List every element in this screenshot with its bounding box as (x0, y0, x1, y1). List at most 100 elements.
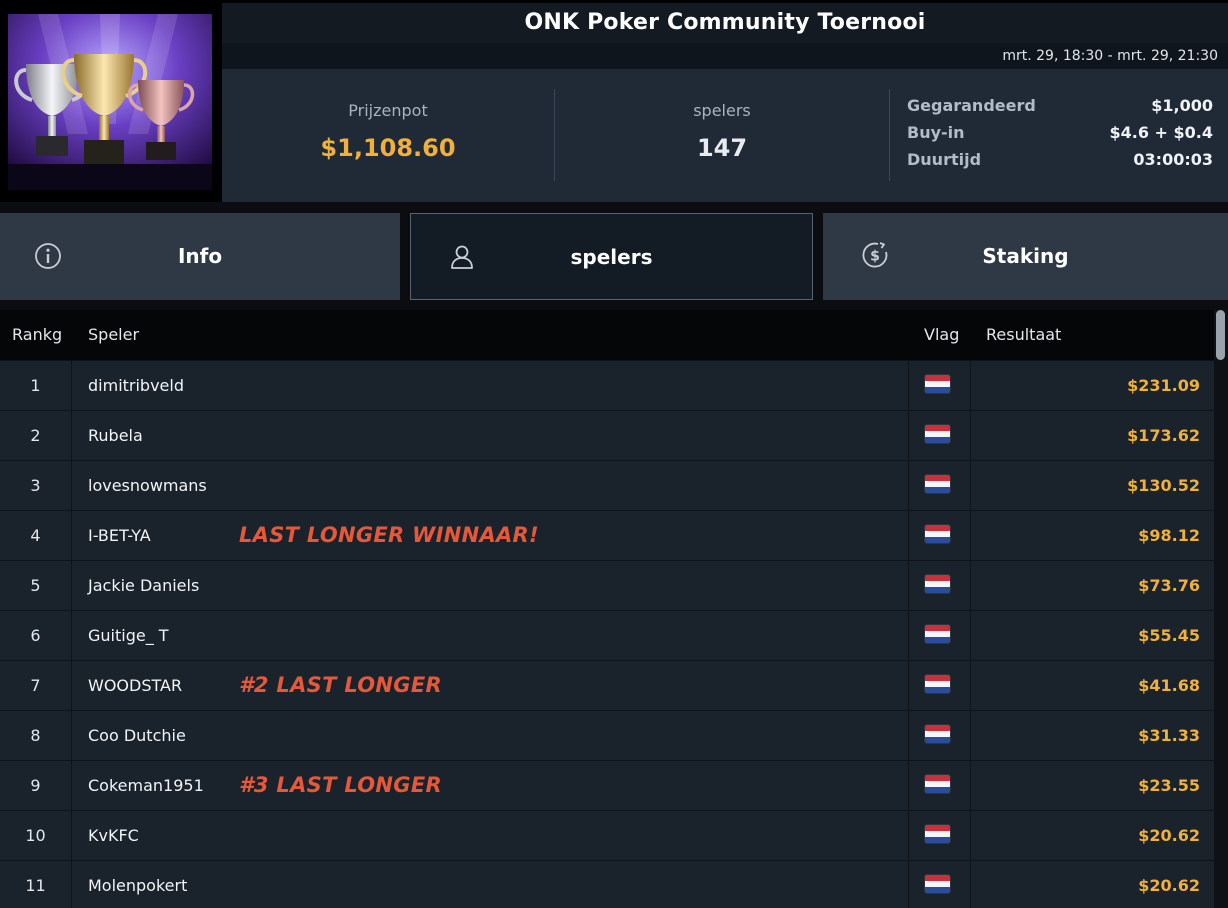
column-header-flag[interactable]: Vlag (924, 310, 959, 360)
column-header-rank[interactable]: Rankg (12, 310, 62, 360)
tab-staking[interactable]: $ Staking (823, 213, 1228, 300)
player-flag-cell (908, 411, 971, 460)
players-count-value: 147 (696, 134, 748, 162)
tournament-details: Gegarandeerd $1,000 Buy-in $4.6 + $0.4 D… (907, 96, 1213, 177)
netherlands-flag-icon (925, 775, 950, 793)
player-name[interactable]: Cokeman1951 (88, 761, 204, 810)
netherlands-flag-icon (925, 575, 950, 593)
detail-value: $4.6 + $0.4 (1109, 123, 1214, 142)
netherlands-flag-icon (925, 425, 950, 443)
table-row[interactable]: 2 Rubela $173.62 (0, 410, 1214, 460)
prize-pool-label: Prijzenpot (348, 101, 428, 120)
player-result: $73.76 (1138, 576, 1200, 595)
netherlands-flag-icon (925, 825, 950, 843)
player-rank: 6 (0, 611, 72, 660)
player-name[interactable]: Jackie Daniels (88, 561, 199, 610)
table-row[interactable]: 8 Coo Dutchie $31.33 (0, 710, 1214, 760)
player-rank: 2 (0, 411, 72, 460)
tab-players-label: spelers (570, 245, 653, 269)
player-result: $98.12 (1138, 526, 1200, 545)
last-longer-annotation: LAST LONGER WINNAAR! (239, 523, 539, 547)
tournament-stats: Prijzenpot $1,108.60 spelers 147 Gegaran… (222, 69, 1228, 202)
player-result: $55.45 (1138, 626, 1200, 645)
player-result: $41.68 (1138, 676, 1200, 695)
table-row[interactable]: 9 Cokeman1951 #3 LAST LONGER $23.55 (0, 760, 1214, 810)
detail-duration: Duurtijd 03:00:03 (907, 150, 1213, 177)
player-name[interactable]: Guitige_ T (88, 611, 169, 660)
player-rank: 7 (0, 661, 72, 710)
players-count-label: spelers (693, 101, 751, 120)
table-row[interactable]: 10 KvKFC $20.62 (0, 810, 1214, 860)
player-result: $130.52 (1127, 476, 1200, 495)
tournament-date-range: mrt. 29, 18:30 - mrt. 29, 21:30 (222, 43, 1228, 69)
player-result: $31.33 (1138, 726, 1200, 745)
table-scrollbar[interactable] (1214, 310, 1228, 908)
trophy-image (0, 0, 222, 202)
player-flag-cell (908, 861, 971, 908)
player-result: $231.09 (1127, 376, 1200, 395)
player-name[interactable]: Molenpokert (88, 861, 187, 908)
detail-key: Buy-in (907, 123, 965, 142)
table-header: Rankg Speler Vlag Resultaat (0, 310, 1214, 360)
table-row[interactable]: 3 lovesnowmans $130.52 (0, 460, 1214, 510)
netherlands-flag-icon (925, 475, 950, 493)
table-row[interactable]: 6 Guitige_ T $55.45 (0, 610, 1214, 660)
table-row[interactable]: 7 WOODSTAR #2 LAST LONGER $41.68 (0, 660, 1214, 710)
player-rank: 10 (0, 811, 72, 860)
player-flag-cell (908, 461, 971, 510)
player-name[interactable]: WOODSTAR (88, 661, 182, 710)
tab-info-label: Info (177, 244, 223, 268)
player-flag-cell (908, 661, 971, 710)
player-flag-cell (908, 711, 971, 760)
detail-value: 03:00:03 (1133, 150, 1213, 169)
player-result: $23.55 (1138, 776, 1200, 795)
tab-info[interactable]: Info (0, 213, 400, 300)
player-flag-cell (908, 611, 971, 660)
player-rank: 5 (0, 561, 72, 610)
player-flag-cell (908, 561, 971, 610)
player-name[interactable]: Coo Dutchie (88, 711, 186, 760)
detail-guaranteed: Gegarandeerd $1,000 (907, 96, 1213, 123)
netherlands-flag-icon (925, 375, 950, 393)
column-header-result[interactable]: Resultaat (986, 310, 1061, 360)
player-rank: 8 (0, 711, 72, 760)
table-row[interactable]: 11 Molenpokert $20.62 (0, 860, 1214, 908)
player-rank: 11 (0, 861, 72, 908)
table-row[interactable]: 4 I-BET-YA LAST LONGER WINNAAR! $98.12 (0, 510, 1214, 560)
scrollbar-thumb[interactable] (1216, 310, 1225, 360)
player-flag-cell (908, 761, 971, 810)
trophy-cups-icon (8, 14, 212, 190)
player-rank: 4 (0, 511, 72, 560)
detail-key: Duurtijd (907, 150, 982, 169)
player-name[interactable]: Rubela (88, 411, 143, 460)
netherlands-flag-icon (925, 525, 950, 543)
prize-pool-stat: Prijzenpot $1,108.60 (222, 89, 555, 181)
player-rank: 3 (0, 461, 72, 510)
player-result: $20.62 (1138, 876, 1200, 895)
netherlands-flag-icon (925, 675, 950, 693)
tournament-title: ONK Poker Community Toernooi (222, 3, 1228, 43)
player-flag-cell (908, 361, 971, 410)
player-name[interactable]: dimitribveld (88, 361, 184, 410)
tab-players[interactable]: spelers (410, 213, 813, 300)
column-header-player[interactable]: Speler (88, 310, 139, 360)
table-row[interactable]: 5 Jackie Daniels $73.76 (0, 560, 1214, 610)
tournament-header: ONK Poker Community Toernooi mrt. 29, 18… (0, 0, 1228, 202)
tab-staking-label: Staking (982, 244, 1069, 268)
netherlands-flag-icon (925, 875, 950, 893)
detail-key: Gegarandeerd (907, 96, 1036, 115)
last-longer-annotation: #3 LAST LONGER (239, 773, 442, 797)
player-result: $173.62 (1127, 426, 1200, 445)
prize-pool-value: $1,108.60 (320, 134, 456, 162)
player-result: $20.62 (1138, 826, 1200, 845)
player-name[interactable]: I-BET-YA (88, 511, 151, 560)
detail-value: $1,000 (1151, 96, 1213, 115)
detail-buy-in: Buy-in $4.6 + $0.4 (907, 123, 1213, 150)
players-table: Rankg Speler Vlag Resultaat 1 dimitribvel… (0, 310, 1214, 908)
player-name[interactable]: lovesnowmans (88, 461, 207, 510)
player-rank: 1 (0, 361, 72, 410)
player-name[interactable]: KvKFC (88, 811, 139, 860)
table-row[interactable]: 1 dimitribveld $231.09 (0, 360, 1214, 410)
player-flag-cell (908, 811, 971, 860)
netherlands-flag-icon (925, 625, 950, 643)
